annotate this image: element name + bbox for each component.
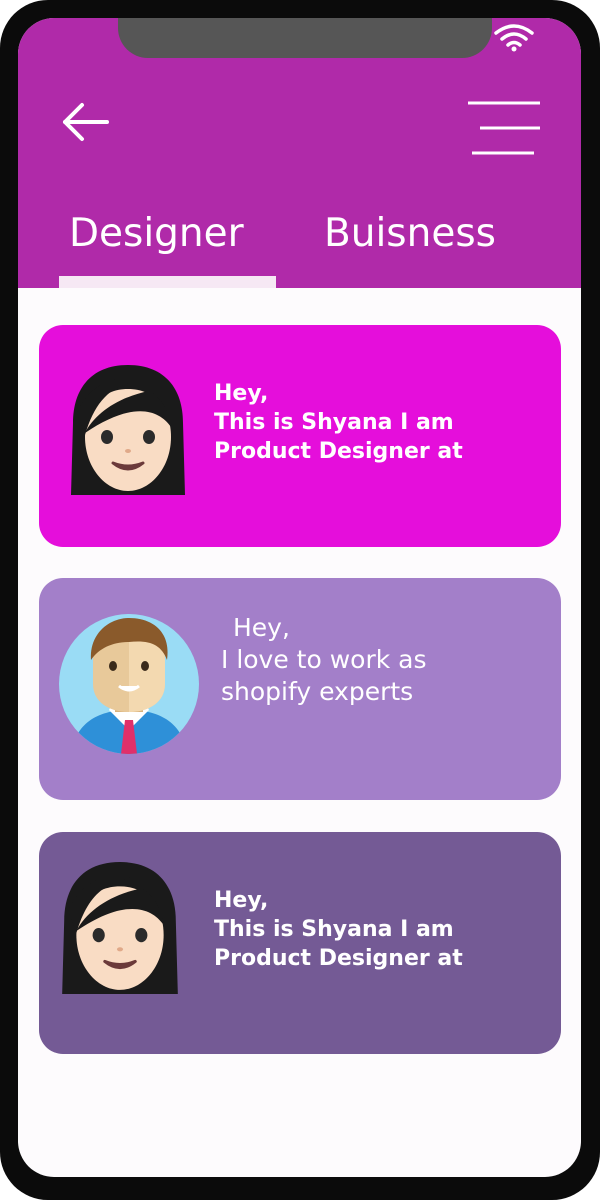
back-arrow-icon[interactable] — [58, 98, 114, 146]
message-line: Product Designer at — [214, 439, 463, 464]
tab-designer[interactable]: Designer — [69, 204, 269, 264]
message-line: Hey, — [214, 381, 269, 406]
active-tab-indicator — [59, 276, 276, 288]
message-card[interactable]: Hey, This is Shyana I am Product Designe… — [39, 832, 561, 1054]
phone-frame: Designer Buisness Hey, This is Shyana I … — [0, 0, 600, 1200]
message-line: Product Designer at — [214, 946, 463, 971]
woman-avatar-icon — [71, 365, 185, 495]
message-line: I love to work as — [221, 645, 427, 674]
message-card[interactable]: Hey, This is Shyana I am Product Designe… — [39, 325, 561, 547]
message-text: Hey, This is Shyana I am Product Designe… — [214, 379, 463, 466]
message-line: This is Shyana I am — [214, 917, 454, 942]
app-header: Designer Buisness — [18, 18, 581, 288]
message-text: Hey, I love to work as shopify experts — [221, 612, 427, 708]
message-line: This is Shyana I am — [214, 410, 454, 435]
phone-notch — [118, 18, 492, 58]
message-line: shopify experts — [221, 677, 414, 706]
message-line: Hey, — [214, 888, 269, 913]
message-line: Hey, — [233, 613, 290, 642]
wifi-icon — [494, 24, 534, 52]
app-screen: Designer Buisness Hey, This is Shyana I … — [18, 18, 581, 1177]
hamburger-menu-icon[interactable] — [466, 100, 544, 156]
woman-avatar-icon — [62, 862, 178, 994]
man-avatar-icon — [59, 614, 199, 754]
message-card[interactable]: Hey, I love to work as shopify experts — [39, 578, 561, 800]
message-text: Hey, This is Shyana I am Product Designe… — [214, 886, 463, 973]
tab-business[interactable]: Buisness — [324, 204, 514, 264]
